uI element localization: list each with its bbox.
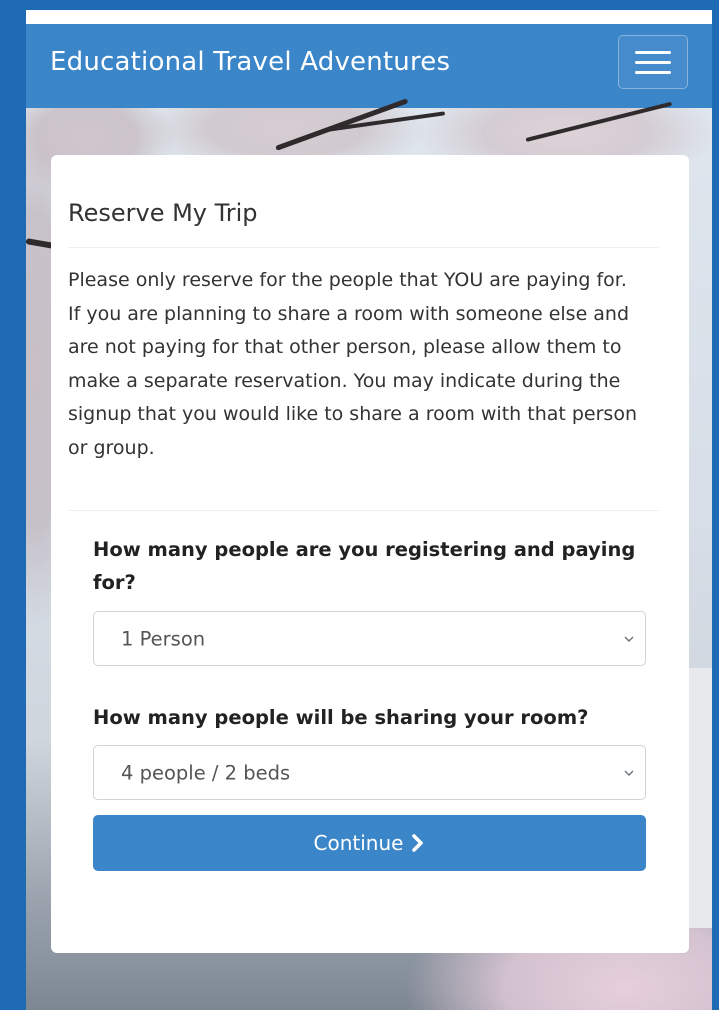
top-strip bbox=[26, 10, 712, 24]
continue-button[interactable]: Continue bbox=[93, 815, 646, 871]
branch-decoration bbox=[525, 101, 673, 142]
people-count-value: 1 Person bbox=[121, 627, 206, 650]
hamburger-menu-icon bbox=[635, 51, 671, 74]
people-count-select[interactable]: 1 Person bbox=[93, 611, 646, 666]
chevron-right-icon bbox=[412, 834, 424, 852]
chevron-down-icon bbox=[624, 770, 634, 776]
intro-divider bbox=[68, 510, 659, 511]
card-title: Reserve My Trip bbox=[68, 199, 258, 227]
app-frame: Educational Travel Adventures Reserve My… bbox=[26, 10, 712, 1010]
continue-button-content: Continue bbox=[314, 831, 426, 855]
intro-text: Please only reserve for the people that … bbox=[68, 269, 637, 459]
room-sharing-value: 4 people / 2 beds bbox=[121, 761, 291, 784]
brand-title[interactable]: Educational Travel Adventures bbox=[50, 47, 450, 77]
room-sharing-label: How many people will be sharing your roo… bbox=[93, 706, 589, 729]
title-divider bbox=[68, 247, 659, 248]
reservation-card: Reserve My Trip Please only reserve for … bbox=[51, 155, 689, 953]
room-sharing-select[interactable]: 4 people / 2 beds bbox=[93, 745, 646, 800]
menu-toggle-button[interactable] bbox=[618, 35, 688, 89]
people-count-label: How many people are you registering and … bbox=[93, 538, 636, 594]
chevron-down-icon bbox=[624, 636, 634, 642]
navbar: Educational Travel Adventures bbox=[26, 24, 712, 108]
continue-label: Continue bbox=[313, 831, 404, 855]
